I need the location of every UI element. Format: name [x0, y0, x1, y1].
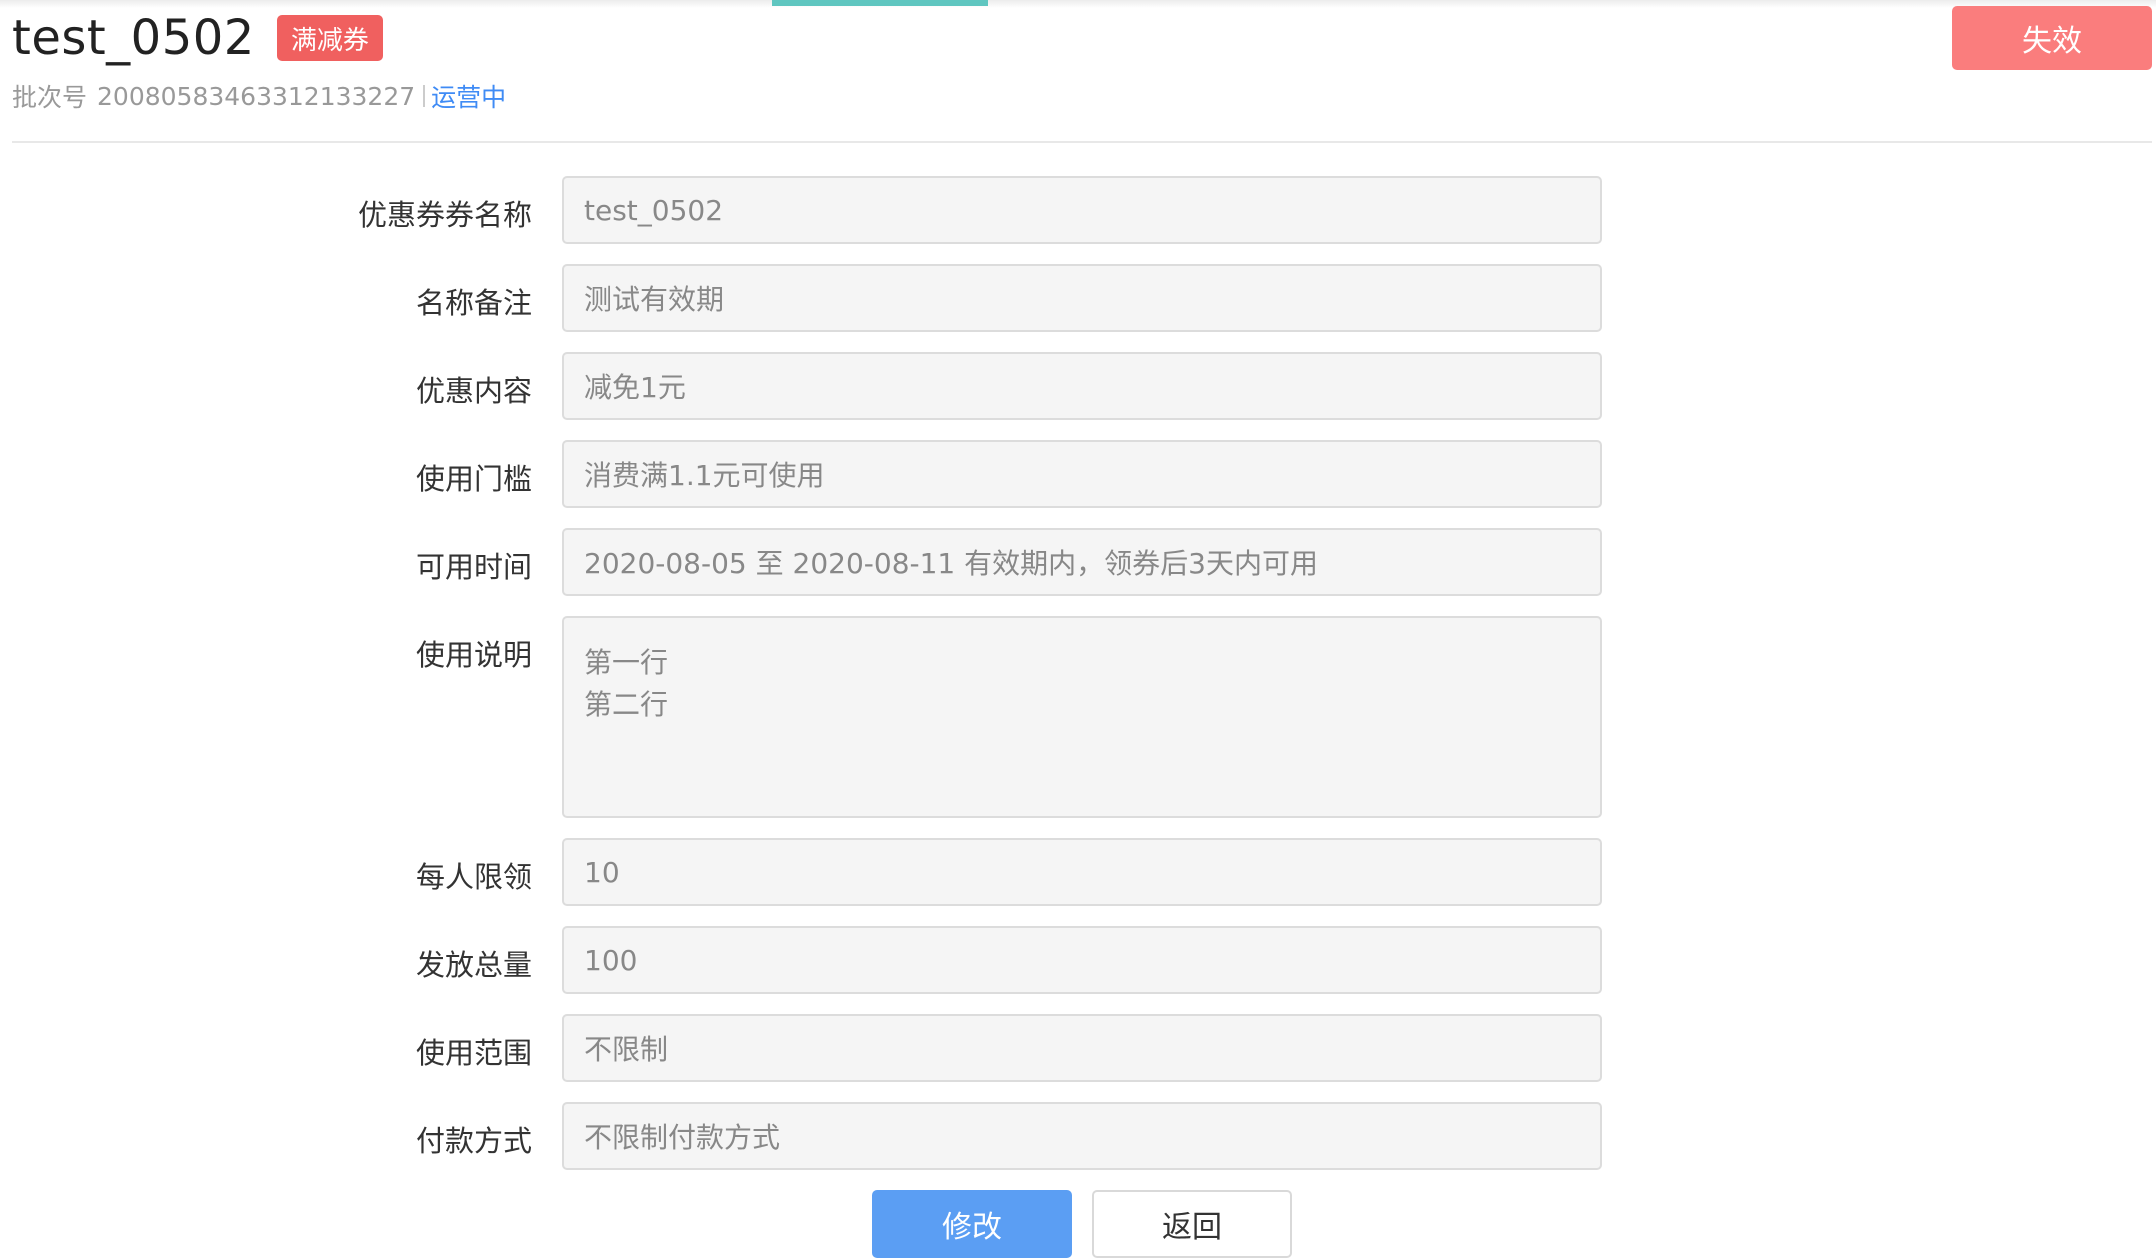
form-row-per-person-limit: 每人限领 10 [0, 838, 2156, 906]
form-row-usage-scope: 使用范围 不限制 [0, 1014, 2156, 1082]
form-row-discount-content: 优惠内容 减免1元 [0, 352, 2156, 420]
discount-content-label: 优惠内容 [415, 374, 532, 408]
usage-notes-textarea[interactable]: 第一行 第二行 [562, 616, 1602, 818]
status-link[interactable]: 运营中 [431, 78, 506, 114]
form-row-payment-method: 付款方式 不限制付款方式 [0, 1102, 2156, 1170]
invalidate-button[interactable]: 失效 [1952, 6, 2152, 70]
meta-divider [423, 85, 426, 107]
title-row: test_0502 满减券 [12, 8, 383, 68]
usage-threshold-field[interactable]: 消费满1.1元可使用 [562, 440, 1602, 508]
usage-threshold-label: 使用门槛 [415, 462, 532, 496]
usage-scope-field[interactable]: 不限制 [562, 1014, 1602, 1082]
per-person-limit-label: 每人限领 [415, 860, 532, 894]
coupon-name-label: 优惠券券名称 [357, 198, 532, 232]
coupon-name-field[interactable]: test_0502 [562, 176, 1602, 244]
back-button[interactable]: 返回 [1092, 1190, 1292, 1258]
active-tab-indicator [772, 0, 988, 6]
coupon-detail-page: test_0502 满减券 批次号 20080583463312133227 运… [0, 0, 2156, 1258]
per-person-limit-field[interactable]: 10 [562, 838, 1602, 906]
form-row-name-remark: 名称备注 测试有效期 [0, 264, 2156, 332]
batch-number: 20080583463312133227 [97, 81, 416, 111]
usage-notes-line: 第一行 [584, 646, 669, 679]
modify-button[interactable]: 修改 [872, 1190, 1072, 1258]
total-issued-field[interactable]: 100 [562, 926, 1602, 994]
available-time-field[interactable]: 2020-08-05 至 2020-08-11 有效期内，领券后3天内可用 [562, 528, 1602, 596]
form-actions: 修改 返回 [0, 1190, 2156, 1258]
form-row-available-time: 可用时间 2020-08-05 至 2020-08-11 有效期内，领券后3天内… [0, 528, 2156, 596]
available-time-label: 可用时间 [415, 550, 532, 584]
page-title: test_0502 [12, 10, 255, 66]
form-row-usage-threshold: 使用门槛 消费满1.1元可使用 [0, 440, 2156, 508]
batch-meta-row: 批次号 20080583463312133227 运营中 [12, 78, 506, 114]
form-row-usage-notes: 使用说明 第一行 第二行 [0, 616, 2156, 818]
usage-scope-label: 使用范围 [415, 1036, 532, 1070]
form-row-coupon-name: 优惠券券名称 test_0502 [0, 176, 2156, 244]
usage-notes-line: 第二行 [584, 688, 669, 721]
total-issued-label: 发放总量 [415, 948, 532, 982]
top-shadow-strip [0, 0, 2156, 8]
payment-method-field[interactable]: 不限制付款方式 [562, 1102, 1602, 1170]
coupon-type-badge: 满减券 [276, 15, 383, 61]
batch-label: 批次号 [12, 83, 88, 112]
discount-content-field[interactable]: 减免1元 [562, 352, 1602, 420]
name-remark-label: 名称备注 [415, 286, 532, 320]
name-remark-field[interactable]: 测试有效期 [562, 264, 1602, 332]
header-divider [12, 141, 2152, 143]
form-row-total-issued: 发放总量 100 [0, 926, 2156, 994]
usage-notes-label: 使用说明 [415, 638, 532, 672]
payment-method-label: 付款方式 [415, 1124, 532, 1158]
